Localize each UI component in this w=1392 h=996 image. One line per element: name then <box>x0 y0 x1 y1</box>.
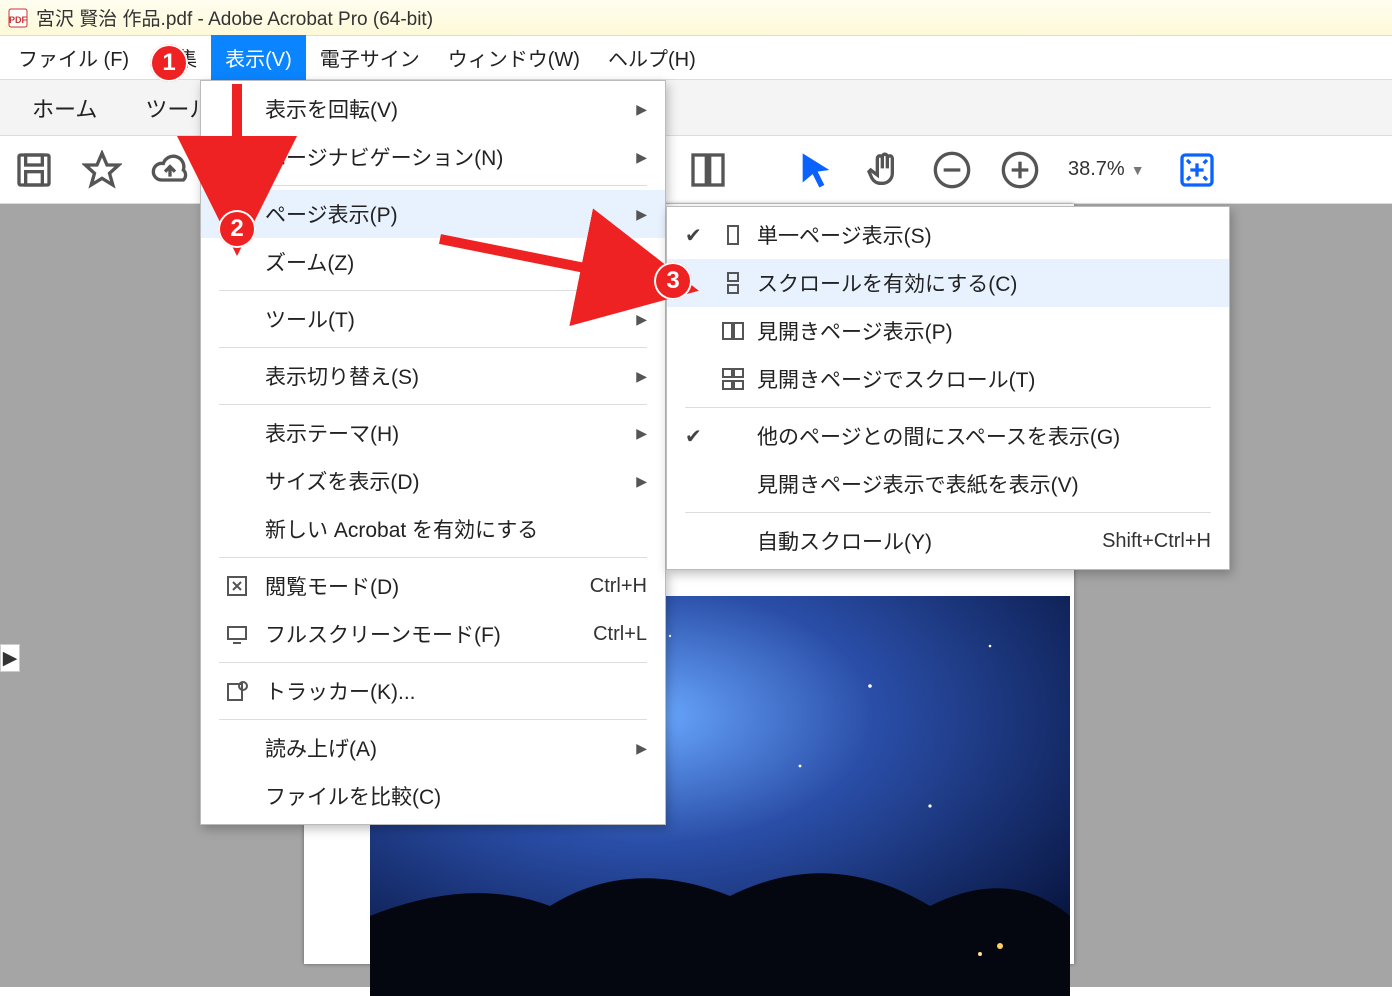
check-icon: ✔ <box>685 223 715 248</box>
fullscreen-icon <box>219 622 255 646</box>
submenu-separator <box>685 407 1211 408</box>
menu-compare-files[interactable]: ファイルを比較(C) <box>201 772 665 820</box>
menu-help[interactable]: ヘルプ(H) <box>594 35 710 80</box>
annotation-arrow-1-2 <box>222 84 252 220</box>
tab-home[interactable]: ホーム <box>8 82 121 134</box>
menu-display-size[interactable]: サイズを表示(D)▶ <box>201 457 665 505</box>
pointer-icon[interactable] <box>796 150 836 190</box>
svg-text:PDF: PDF <box>9 15 28 25</box>
zoom-chevron-icon[interactable]: ▼ <box>1131 162 1145 178</box>
save-icon[interactable] <box>14 150 54 190</box>
reading-mode-icon <box>219 574 255 598</box>
fit-page-icon[interactable] <box>1177 150 1217 190</box>
enable-scrolling-icon <box>715 271 751 295</box>
single-page-icon <box>715 223 751 247</box>
page-layout-icon[interactable] <box>688 150 728 190</box>
window-title: 宮沢 賢治 作品.pdf - Adobe Acrobat Pro (64-bit… <box>36 4 433 31</box>
submenu-separator <box>685 512 1211 513</box>
zoom-value[interactable]: 38.7% <box>1068 158 1125 181</box>
menu-view[interactable]: 表示(V) <box>211 35 306 80</box>
annotation-arrow-2-3 <box>440 224 660 300</box>
menu-page-navigation[interactable]: ページナビゲーション(N)▶ <box>201 133 665 181</box>
menu-display-theme[interactable]: 表示テーマ(H)▶ <box>201 409 665 457</box>
submenu-show-gaps[interactable]: ✔ 他のページとの間にスペースを表示(G) <box>667 412 1229 460</box>
page-display-submenu: ✔ 単一ページ表示(S) スクロールを有効にする(C) 見開きページ表示(P) … <box>666 206 1230 570</box>
menu-esign[interactable]: 電子サイン <box>306 35 434 80</box>
submenu-two-page-view[interactable]: 見開きページ表示(P) <box>667 307 1229 355</box>
menu-separator <box>219 719 647 720</box>
menu-bar: ファイル (F) 編集 表示(V) 電子サイン ウィンドウ(W) ヘルプ(H) <box>0 36 1392 80</box>
menu-show-hide[interactable]: 表示切り替え(S)▶ <box>201 352 665 400</box>
title-bar: PDF 宮沢 賢治 作品.pdf - Adobe Acrobat Pro (64… <box>0 0 1392 36</box>
annotation-callout-3: 3 <box>654 262 692 300</box>
submenu-two-page-scrolling[interactable]: 見開きページでスクロール(T) <box>667 355 1229 403</box>
two-page-icon <box>715 319 751 343</box>
pdf-file-icon: PDF <box>8 8 28 28</box>
submenu-enable-scrolling[interactable]: スクロールを有効にする(C) <box>667 259 1229 307</box>
menu-separator <box>219 185 647 186</box>
submenu-single-page[interactable]: ✔ 単一ページ表示(S) <box>667 211 1229 259</box>
annotation-callout-2: 2 <box>218 210 256 248</box>
menu-file[interactable]: ファイル (F) <box>4 35 143 80</box>
submenu-show-cover-page[interactable]: 見開きページ表示で表紙を表示(V) <box>667 460 1229 508</box>
tracker-icon <box>219 679 255 703</box>
zoom-out-icon[interactable] <box>932 150 972 190</box>
view-menu-dropdown: 表示を回転(V)▶ ページナビゲーション(N)▶ ページ表示(P)▶ ズーム(Z… <box>200 80 666 825</box>
menu-fullscreen-mode[interactable]: フルスクリーンモード(F) Ctrl+L <box>201 610 665 658</box>
menu-separator <box>219 557 647 558</box>
hand-icon[interactable] <box>864 150 904 190</box>
two-page-scroll-icon <box>715 367 751 391</box>
menu-reading-mode[interactable]: 閲覧モード(D) Ctrl+H <box>201 562 665 610</box>
menu-rotate-view[interactable]: 表示を回転(V)▶ <box>201 85 665 133</box>
menu-separator <box>219 404 647 405</box>
menu-separator <box>219 662 647 663</box>
menu-enable-new-acrobat[interactable]: 新しい Acrobat を有効にする <box>201 505 665 553</box>
menu-tracker[interactable]: トラッカー(K)... <box>201 667 665 715</box>
menu-separator <box>219 347 647 348</box>
menu-read-aloud[interactable]: 読み上げ(A)▶ <box>201 724 665 772</box>
submenu-auto-scroll[interactable]: 自動スクロール(Y) Shift+Ctrl+H <box>667 517 1229 565</box>
annotation-callout-1: 1 <box>150 44 188 82</box>
cloud-upload-icon[interactable] <box>150 150 190 190</box>
check-icon: ✔ <box>685 424 715 449</box>
menu-window[interactable]: ウィンドウ(W) <box>434 35 594 80</box>
star-icon[interactable] <box>82 150 122 190</box>
menu-tools[interactable]: ツール(T)▶ <box>201 295 665 343</box>
sidebar-expand-icon[interactable]: ▶ <box>0 644 20 672</box>
zoom-in-icon[interactable] <box>1000 150 1040 190</box>
